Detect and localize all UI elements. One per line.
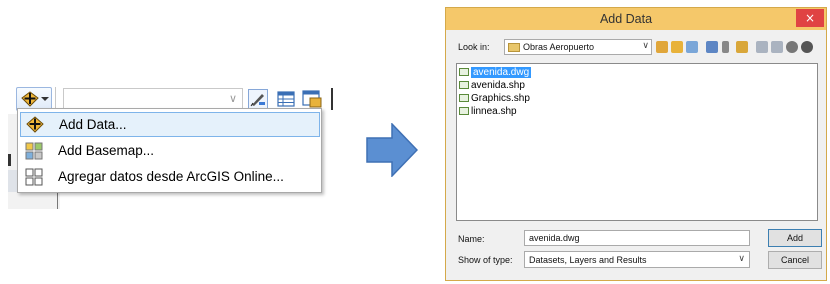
table-icon: [277, 91, 295, 107]
online-grid-icon: [25, 168, 43, 186]
toolbar-edge: [331, 88, 333, 110]
toc-icon[interactable]: [686, 41, 698, 53]
basemap-grid-icon: [25, 142, 43, 160]
add-data-dialog: Add Data × Look in: Obras Aeropuerto ∨ a…: [445, 7, 827, 281]
file-icon: [459, 107, 469, 115]
add-data-icon: [26, 116, 44, 133]
chevron-down-icon: ∨: [738, 254, 745, 264]
layer-window-icon: [302, 90, 322, 108]
catalog-icon[interactable]: [756, 41, 768, 53]
menu-item-label: Add Basemap...: [58, 143, 155, 158]
right-arrow-icon: [366, 123, 418, 177]
folder-icon: [508, 43, 520, 52]
attribute-table-button[interactable]: [276, 89, 296, 109]
refresh-icon[interactable]: [801, 41, 813, 53]
layer-tool-button[interactable]: [301, 89, 322, 109]
add-data-icon: [21, 91, 39, 107]
dialog-toolbar: [656, 40, 826, 56]
menu-item-add-basemap[interactable]: Add Basemap...: [20, 139, 320, 164]
menu-item-label: Agregar datos desde ArcGIS Online...: [58, 169, 284, 184]
look-in-label: Look in:: [458, 42, 490, 52]
chevron-down-icon: ∨: [642, 41, 649, 51]
show-of-type-select[interactable]: Datasets, Layers and Results ∨: [524, 251, 750, 268]
menu-item-arcgis-online[interactable]: Agregar datos desde ArcGIS Online...: [20, 165, 320, 190]
file-icon: [459, 68, 469, 76]
connect-folder-icon[interactable]: [736, 41, 748, 53]
file-icon: [459, 81, 469, 89]
up-folder-icon[interactable]: [656, 41, 668, 53]
show-of-type-label: Show of type:: [458, 255, 513, 265]
cancel-button[interactable]: Cancel: [768, 251, 822, 269]
look-in-combo[interactable]: Obras Aeropuerto ∨: [504, 39, 652, 55]
name-label: Name:: [458, 234, 485, 244]
file-list: avenida.dwg avenida.shp Graphics.shp lin…: [456, 63, 818, 221]
list-item[interactable]: avenida.dwg: [459, 67, 532, 80]
close-button[interactable]: ×: [796, 9, 824, 27]
list-item[interactable]: linnea.shp: [459, 106, 517, 119]
chevron-down-icon: [41, 97, 49, 101]
delete-icon[interactable]: [786, 41, 798, 53]
dialog-titlebar[interactable]: Add Data ×: [446, 8, 826, 30]
dialog-title: Add Data: [599, 12, 653, 26]
pencil-icon: [250, 94, 265, 107]
layer-combo[interactable]: ∨: [63, 88, 243, 110]
list-item[interactable]: avenida.shp: [459, 80, 525, 93]
home-icon[interactable]: [671, 41, 683, 53]
chevron-down-icon: ∨: [228, 92, 238, 105]
chevron-down-icon[interactable]: [722, 41, 729, 53]
name-input[interactable]: [524, 230, 750, 246]
add-button[interactable]: Add: [768, 229, 822, 247]
add-data-dropdown-menu: Add Data... Add Basemap... Agregar datos…: [17, 108, 322, 193]
list-item[interactable]: Graphics.shp: [459, 93, 530, 106]
editor-tool-button[interactable]: [248, 89, 268, 109]
menu-item-label: Add Data...: [59, 117, 127, 132]
file-icon: [459, 94, 469, 102]
view-list-icon[interactable]: [706, 41, 718, 53]
menu-item-add-data[interactable]: Add Data...: [20, 112, 320, 137]
copy-icon[interactable]: [771, 41, 783, 53]
